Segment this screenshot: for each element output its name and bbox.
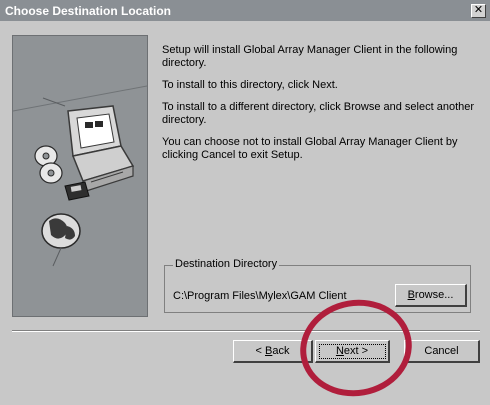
browse-button[interactable]: Browse... xyxy=(395,284,467,307)
destination-path: C:\Program Files\Mylex\GAM Client xyxy=(173,290,347,302)
close-icon: ✕ xyxy=(473,4,484,16)
button-separator xyxy=(12,330,480,332)
cd-disc-icon xyxy=(34,145,63,184)
browse-button-label: Browse... xyxy=(407,289,454,301)
next-button-label: Next > xyxy=(335,345,369,357)
message-text: Setup will install Global Array Manager … xyxy=(162,44,480,171)
close-button[interactable]: ✕ xyxy=(471,3,486,18)
window-title: Choose Destination Location xyxy=(5,3,172,18)
back-button-label: < Back xyxy=(255,345,290,357)
setup-artwork xyxy=(12,85,148,267)
cancel-instruction: You can choose not to install Global Arr… xyxy=(162,136,458,161)
cancel-button[interactable]: Cancel xyxy=(404,340,480,363)
destination-directory-label: Destination Directory xyxy=(173,258,280,270)
cancel-button-label: Cancel xyxy=(424,345,459,357)
browse-instruction: To install to a different directory, cli… xyxy=(162,101,475,126)
computer-icon xyxy=(67,105,135,193)
setup-illustration xyxy=(12,35,148,317)
floppy-disk-icon xyxy=(64,181,90,201)
next-button[interactable]: Next > xyxy=(315,340,390,363)
next-instruction: To install to this directory, click Next… xyxy=(162,79,338,91)
intro-paragraph: Setup will install Global Array Manager … xyxy=(162,44,458,69)
back-button[interactable]: < Back xyxy=(233,340,313,363)
title-bar: Choose Destination Location ✕ xyxy=(0,0,490,21)
globe-icon xyxy=(41,213,81,267)
